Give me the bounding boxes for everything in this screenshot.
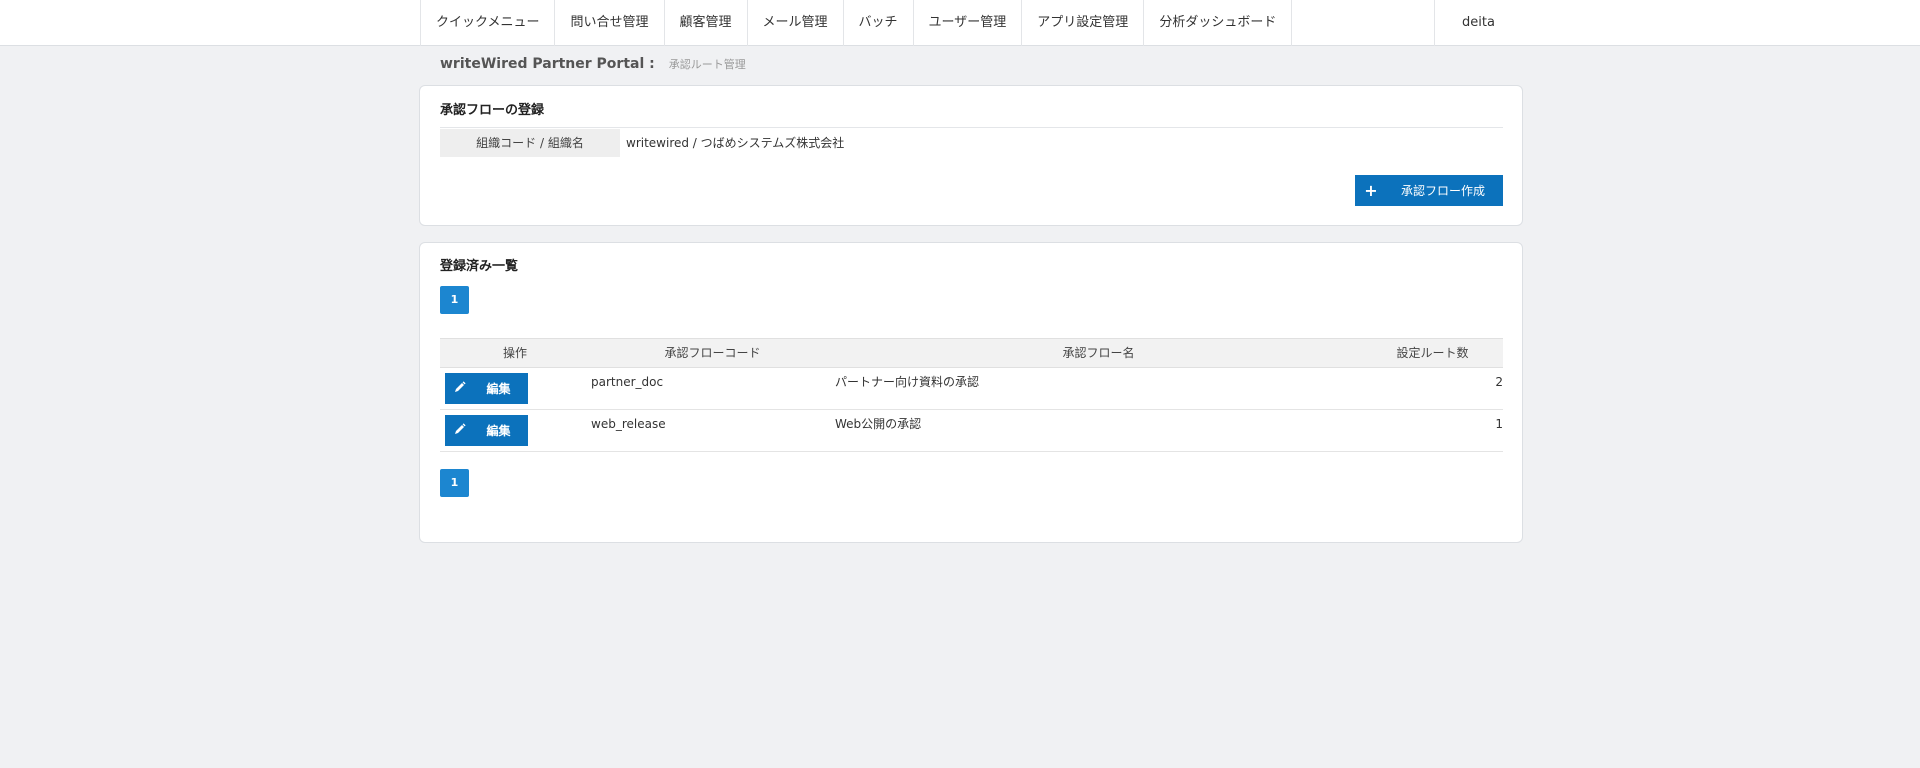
create-flow-button[interactable]: + 承認フロー作成 bbox=[1355, 175, 1503, 206]
breadcrumb: writeWired Partner Portal : 承認ルート管理 bbox=[440, 56, 746, 74]
nav-user-management[interactable]: ユーザー管理 bbox=[914, 0, 1023, 46]
route-count: 1 bbox=[1495, 417, 1503, 431]
register-title: 承認フローの登録 bbox=[440, 103, 545, 118]
nav-batch[interactable]: バッチ bbox=[844, 0, 914, 46]
list-title: 登録済み一覧 bbox=[440, 259, 519, 274]
registered-list-panel: 登録済み一覧 1 操作 承認フローコード 承認フロー名 設定ルート数 編集 pa… bbox=[419, 242, 1523, 543]
plus-icon: + bbox=[1364, 181, 1378, 200]
column-flow-code: 承認フローコード bbox=[664, 346, 761, 360]
column-route-count: 設定ルート数 bbox=[1396, 346, 1469, 360]
edit-label: 編集 bbox=[486, 424, 511, 438]
table-row: 編集 web_release Web公開の承認 1 bbox=[440, 410, 1503, 452]
table-row: 編集 partner_doc パートナー向け資料の承認 2 bbox=[440, 368, 1503, 410]
flow-code: web_release bbox=[591, 417, 666, 431]
nav-customer-management[interactable]: 顧客管理 bbox=[665, 0, 748, 46]
pencil-icon bbox=[445, 423, 475, 438]
pencil-icon bbox=[445, 381, 475, 396]
register-panel: 承認フローの登録 組織コード / 組織名 writewired / つばめシステ… bbox=[419, 85, 1523, 226]
nav-menu: クイックメニュー 問い合せ管理 顧客管理 メール管理 バッチ ユーザー管理 アプ… bbox=[420, 0, 1293, 46]
create-flow-label: 承認フロー作成 bbox=[1400, 184, 1485, 198]
nav-app-settings[interactable]: アプリ設定管理 bbox=[1022, 0, 1145, 46]
divider bbox=[440, 127, 1503, 128]
org-value: writewired / つばめシステムズ株式会社 bbox=[626, 136, 845, 150]
org-label: 組織コード / 組織名 bbox=[440, 129, 620, 157]
breadcrumb-portal[interactable]: writeWired Partner Portal : bbox=[440, 56, 655, 72]
edit-label: 編集 bbox=[486, 382, 511, 396]
pagination-page-1-top[interactable]: 1 bbox=[440, 286, 469, 314]
top-navigation-bar: クイックメニュー 問い合せ管理 顧客管理 メール管理 バッチ ユーザー管理 アプ… bbox=[0, 0, 1920, 46]
edit-button[interactable]: 編集 bbox=[445, 373, 528, 404]
flow-name: パートナー向け資料の承認 bbox=[835, 375, 980, 389]
nav-mail-management[interactable]: メール管理 bbox=[748, 0, 844, 46]
column-operation: 操作 bbox=[502, 346, 527, 360]
column-flow-name: 承認フロー名 bbox=[1062, 346, 1135, 360]
edit-button[interactable]: 編集 bbox=[445, 415, 528, 446]
breadcrumb-current: 承認ルート管理 bbox=[668, 58, 746, 71]
nav-inquiry-management[interactable]: 問い合せ管理 bbox=[555, 0, 665, 46]
pagination-page-1-bottom[interactable]: 1 bbox=[440, 469, 469, 497]
nav-quick-menu[interactable]: クイックメニュー bbox=[421, 0, 556, 46]
flow-name: Web公開の承認 bbox=[835, 417, 922, 431]
table-header: 操作 承認フローコード 承認フロー名 設定ルート数 bbox=[440, 338, 1503, 368]
user-menu[interactable]: deita bbox=[1434, 0, 1522, 46]
nav-analytics-dashboard[interactable]: 分析ダッシュボード bbox=[1144, 0, 1293, 46]
route-count: 2 bbox=[1495, 375, 1503, 389]
flow-code: partner_doc bbox=[591, 375, 664, 389]
